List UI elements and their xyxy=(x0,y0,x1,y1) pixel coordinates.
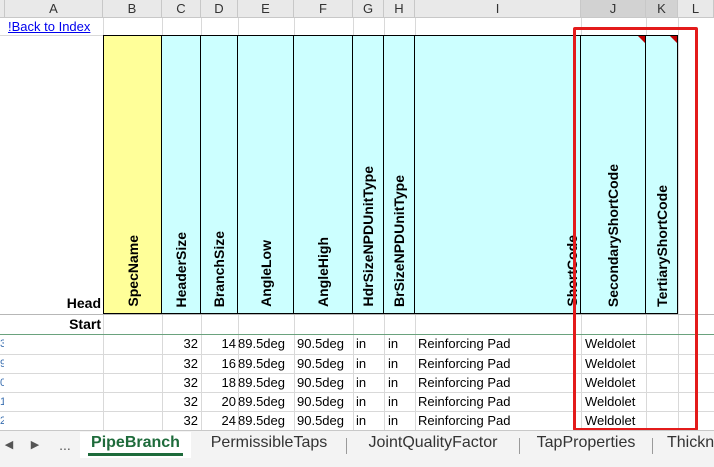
cell-br-unit[interactable]: in xyxy=(388,412,415,430)
cell-br-unit[interactable]: in xyxy=(388,374,415,392)
cell-br-unit[interactable]: in xyxy=(388,393,415,411)
column-header-i[interactable]: I xyxy=(415,0,581,18)
tab-label: Thickn xyxy=(667,434,714,451)
cell-header-size[interactable]: 32 xyxy=(162,393,198,411)
cell-angle-high[interactable]: 90.5deg xyxy=(297,393,353,411)
cell-hdr-unit[interactable]: in xyxy=(356,412,384,430)
row-number: 1 xyxy=(0,396,4,408)
column-header-f[interactable]: F xyxy=(294,0,353,18)
header-label-brsizenpdunittype: BrSizeNPDUnitType xyxy=(391,175,407,307)
tab-thickness-partial[interactable]: Thickn xyxy=(657,432,714,458)
tab-label: TapProperties xyxy=(536,434,636,451)
tab-tapproperties[interactable]: TapProperties xyxy=(523,432,649,458)
column-header-c[interactable]: C xyxy=(162,0,201,18)
cell-branch-size[interactable]: 18 xyxy=(201,374,236,392)
tab-pipebranch[interactable]: PipeBranch xyxy=(80,432,191,458)
header-cell-specname[interactable]: SpecName xyxy=(103,35,162,314)
header-cell-hdrsizenpdunittype[interactable]: HdrSizeNPDUnitType xyxy=(353,35,384,314)
cell-br-unit[interactable]: in xyxy=(388,335,415,353)
header-label-anglelow: AngleLow xyxy=(257,240,274,307)
cell-short-code[interactable]: Reinforcing Pad xyxy=(418,355,578,373)
cell-branch-size[interactable]: 24 xyxy=(201,412,236,430)
tab-permissibletaps[interactable]: PermissibleTaps xyxy=(195,432,343,458)
cell-angle-low[interactable]: 89.5deg xyxy=(238,335,294,353)
cell-short-code[interactable]: Reinforcing Pad xyxy=(418,412,578,430)
row-label-start: Start xyxy=(69,316,101,332)
header-cell-anglelow[interactable]: AngleLow xyxy=(238,35,294,314)
header-cell-headersize[interactable]: HeaderSize xyxy=(162,35,201,314)
tab-separator xyxy=(346,438,347,454)
column-header-l[interactable]: L xyxy=(678,0,714,18)
column-header-g[interactable]: G xyxy=(353,0,384,18)
cell-branch-size[interactable]: 14 xyxy=(201,335,236,353)
sheet-tab-bar: ◀ ▶ ... PipeBranch PermissibleTaps Joint… xyxy=(0,430,714,467)
tab-overflow-button[interactable]: ... xyxy=(54,435,76,455)
column-header-d[interactable]: D xyxy=(201,0,238,18)
header-cell-anglehigh[interactable]: AngleHigh xyxy=(294,35,353,314)
header-label-specname: SpecName xyxy=(124,235,141,307)
back-to-index-link[interactable]: !Back to Index xyxy=(8,19,90,34)
cell-header-size[interactable]: 32 xyxy=(162,374,198,392)
cell-angle-high[interactable]: 90.5deg xyxy=(297,355,353,373)
cell-angle-low[interactable]: 89.5deg xyxy=(238,393,294,411)
cell-header-size[interactable]: 32 xyxy=(162,412,198,430)
cell-angle-low[interactable]: 89.5deg xyxy=(238,374,294,392)
header-label-headersize: HeaderSize xyxy=(173,231,189,307)
cell-angle-low[interactable]: 89.5deg xyxy=(238,412,294,430)
cell-short-code[interactable]: Reinforcing Pad xyxy=(418,335,578,353)
cell-angle-high[interactable]: 90.5deg xyxy=(297,412,353,430)
header-cell-brsizenpdunittype[interactable]: BrSizeNPDUnitType xyxy=(384,35,415,314)
header-label-hdrsizenpdunittype: HdrSizeNPDUnitType xyxy=(360,166,376,307)
cell-branch-size[interactable]: 20 xyxy=(201,393,236,411)
row-number: 3 xyxy=(0,338,4,350)
cell-hdr-unit[interactable]: in xyxy=(356,393,384,411)
active-tab-underline xyxy=(88,453,183,456)
row-number: 9 xyxy=(0,358,4,370)
column-header-e[interactable]: E xyxy=(238,0,294,18)
cell-hdr-unit[interactable]: in xyxy=(356,374,384,392)
tab-label: PermissibleTaps xyxy=(210,434,328,451)
cell-angle-high[interactable]: 90.5deg xyxy=(297,374,353,392)
header-label-anglehigh: AngleHigh xyxy=(315,237,331,307)
column-header-h[interactable]: H xyxy=(384,0,415,18)
header-label-branchsize: BranchSize xyxy=(211,230,227,307)
header-cell-branchsize[interactable]: BranchSize xyxy=(201,35,238,314)
cell-header-size[interactable]: 32 xyxy=(162,335,198,353)
column-header-j[interactable]: J xyxy=(581,0,646,18)
row-number: 0 xyxy=(0,377,4,389)
cell-br-unit[interactable]: in xyxy=(388,355,415,373)
tab-label: JointQualityFactor xyxy=(368,434,498,451)
tab-scroll-next-icon[interactable]: ▶ xyxy=(28,435,42,455)
cell-hdr-unit[interactable]: in xyxy=(356,335,384,353)
tab-separator xyxy=(652,438,653,454)
column-header-b[interactable]: B xyxy=(103,0,162,18)
tab-scroll-prev-icon[interactable]: ◀ xyxy=(2,435,16,455)
cell-short-code[interactable]: Reinforcing Pad xyxy=(418,374,578,392)
column-header-k[interactable]: K xyxy=(646,0,678,18)
highlight-annotation-box xyxy=(573,27,698,431)
row-label-head: Head xyxy=(66,295,101,311)
cell-hdr-unit[interactable]: in xyxy=(356,355,384,373)
cell-short-code[interactable]: Reinforcing Pad xyxy=(418,393,578,411)
cell-header-size[interactable]: 32 xyxy=(162,355,198,373)
tab-jointqualityfactor[interactable]: JointQualityFactor xyxy=(350,432,516,458)
column-header-a[interactable]: A xyxy=(5,0,103,18)
row-number: 2 xyxy=(0,415,4,427)
tab-separator xyxy=(519,438,520,454)
header-cell-shortcode[interactable]: ShortCode xyxy=(415,35,581,314)
tab-label: PipeBranch xyxy=(91,434,180,451)
cell-angle-low[interactable]: 89.5deg xyxy=(238,355,294,373)
cell-angle-high[interactable]: 90.5deg xyxy=(297,335,353,353)
cell-branch-size[interactable]: 16 xyxy=(201,355,236,373)
